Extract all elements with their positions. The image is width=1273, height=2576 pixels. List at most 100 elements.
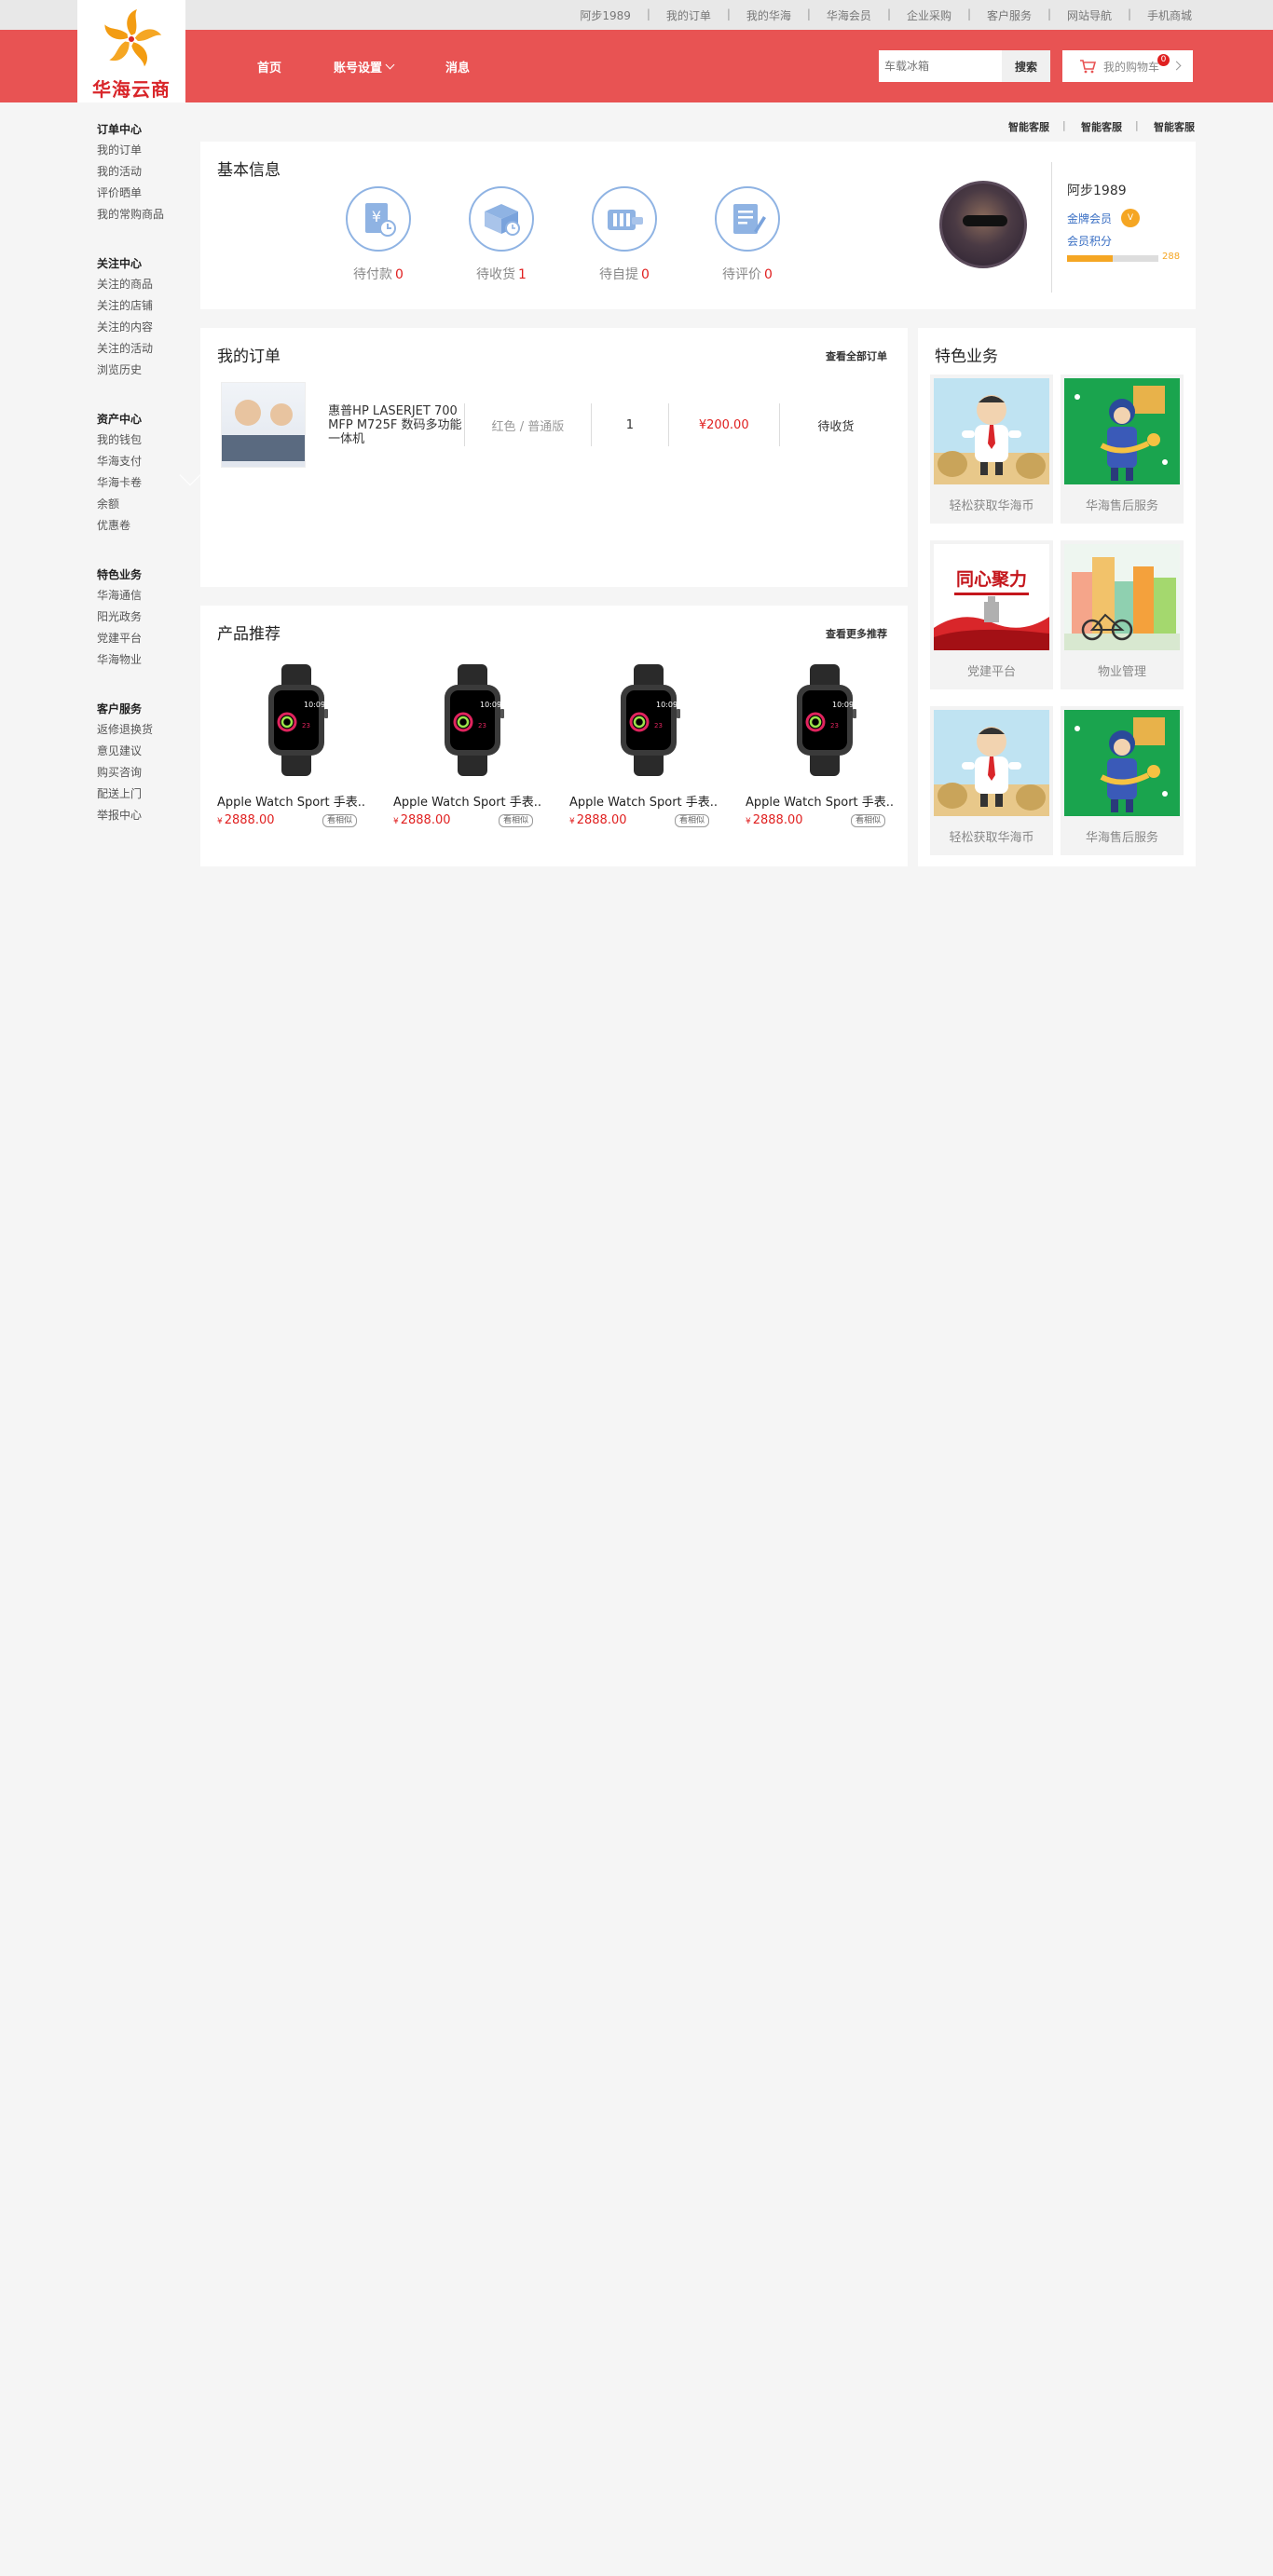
status-count: 1 [518,267,527,282]
sidebar-item-property[interactable]: 华海物业 [97,649,190,671]
sidebar-item-frequent[interactable]: 我的常购商品 [97,204,190,225]
sidebar-item-my-activities[interactable]: 我的活动 [97,161,190,183]
watch-image[interactable]: 10:09 23 [746,660,904,781]
top-link-my-huahai[interactable]: 我的华海 [727,7,809,23]
recommendation-card[interactable]: 10:09 23 Apple Watch Sport 手表... ¥2888.00… [569,660,746,827]
top-link-membership[interactable]: 华海会员 [807,7,889,23]
price-value: 2888.00 [400,813,451,827]
top-link-username[interactable]: 阿步1989 [562,7,649,23]
status-pending-payment[interactable]: ¥ 待付款 0 [317,186,440,283]
cart-button[interactable]: 我的购物车 0 [1062,50,1193,82]
sidebar-item-suggestions[interactable]: 意见建议 [97,741,190,762]
smart-service-link[interactable]: 智能客服 [977,119,1049,134]
cartoon-businessman-image[interactable] [934,710,1049,816]
member-level[interactable]: 金牌会员 V [1067,209,1141,227]
panel-title: 基本信息 [217,161,281,180]
sidebar-item-balance[interactable]: 余额 [97,494,190,515]
sidebar-item-consult[interactable]: 购买咨询 [97,762,190,784]
status-count: 0 [641,267,650,282]
special-card-huahai-coin[interactable]: 轻松获取华海币 [930,706,1053,855]
sidebar-item-cards[interactable]: 华海卡卷 [97,472,190,494]
status-pending-pickup[interactable]: 待自提 0 [563,186,686,283]
panel-title: 特色业务 [935,348,998,366]
nav-home-label: 首页 [257,61,282,75]
nav-messages[interactable]: 消息 [445,58,470,75]
sidebar-item-returns[interactable]: 返修退换货 [97,719,190,741]
top-link-my-orders[interactable]: 我的订单 [647,7,729,23]
view-similar-button[interactable]: 看相似 [322,813,357,827]
recommendation-card[interactable]: 10:09 23 Apple Watch Sport 手表... ¥2888.00… [217,660,393,827]
sidebar-item-report[interactable]: 举报中心 [97,805,190,826]
logo-text: 华海云商 [92,78,171,101]
search-button[interactable]: 搜索 [1002,50,1050,82]
special-card-after-sales[interactable]: 华海售后服务 [1061,706,1184,855]
sidebar-item-party[interactable]: 党建平台 [97,628,190,649]
sidebar-item-telecom[interactable]: 华海通信 [97,585,190,607]
sidebar-item-followed-activities[interactable]: 关注的活动 [97,338,190,360]
watch-image[interactable]: 10:09 23 [569,660,728,781]
sidebar-item-coupons[interactable]: 优惠卷 [97,515,190,537]
watch-image[interactable]: 10:09 23 [217,660,376,781]
spec-version: 普通版 [527,419,565,434]
avatar[interactable] [939,181,1027,268]
view-similar-button[interactable]: 看相似 [674,813,709,827]
top-link-mobile[interactable]: 手机商城 [1128,7,1210,23]
view-similar-button[interactable]: 看相似 [850,813,885,827]
top-link-enterprise[interactable]: 企业采购 [887,7,969,23]
special-card-party-platform[interactable]: 同心聚力 党建平台 [930,540,1053,689]
recommendation-card[interactable]: 10:09 23 Apple Watch Sport 手表... ¥2888.00… [746,660,922,827]
status-pending-review[interactable]: 待评价 0 [686,186,809,283]
order-product-name[interactable]: 惠普HP LASERJET 700 MFP M725F 数码多功能一体机 [328,404,463,446]
sidebar-group-title: 客户服务 [97,702,143,716]
sidebar-item-followed-shops[interactable]: 关注的店铺 [97,295,190,317]
sidebar-item-delivery[interactable]: 配送上门 [97,784,190,805]
recommendation-name[interactable]: Apple Watch Sport 手表... [393,792,541,810]
sidebar-item-history[interactable]: 浏览历史 [97,360,190,381]
thumb-figure [270,403,293,426]
special-card-property[interactable]: 物业管理 [1061,540,1184,689]
recommendation-card[interactable]: 10:09 23 Apple Watch Sport 手表... ¥2888.00… [393,660,569,827]
view-similar-button[interactable]: 看相似 [498,813,533,827]
party-banner-image[interactable]: 同心聚力 [934,544,1049,650]
view-all-orders-link[interactable]: 查看全部订单 [826,348,887,363]
divider [1051,162,1052,293]
nav-account-settings[interactable]: 账号设置 [334,58,395,75]
smart-service-link[interactable]: 智能客服 [1122,119,1195,134]
special-card-huahai-coin[interactable]: 轻松获取华海币 [930,375,1053,524]
chevron-down-icon [385,60,395,69]
recommendation-price: ¥2888.00 [217,813,275,827]
order-row[interactable]: 惠普HP LASERJET 700 MFP M725F 数码多功能一体机 红色 … [221,382,892,468]
status-pending-receipt[interactable]: 待收货 1 [440,186,563,283]
special-card-after-sales[interactable]: 华海售后服务 [1061,375,1184,524]
top-link-customer-service[interactable]: 客户服务 [967,7,1049,23]
chevron-right-icon [1171,61,1182,71]
site-logo[interactable]: 华海云商 [77,0,185,102]
watch-image[interactable]: 10:09 23 [393,660,552,781]
nav-account-label: 账号设置 [334,61,383,75]
sidebar-item-reviews[interactable]: 评价晒单 [97,183,190,204]
status-count: 0 [395,267,404,282]
cartoon-courier-image[interactable] [1064,378,1180,484]
sidebar-item-wallet[interactable]: 我的钱包 [97,429,190,451]
svg-text:23: 23 [654,722,663,729]
recommendation-price: ¥2888.00 [393,813,451,827]
sidebar-item-followed-goods[interactable]: 关注的商品 [97,274,190,295]
product-thumbnail[interactable] [221,382,307,468]
sidebar-item-followed-content[interactable]: 关注的内容 [97,317,190,338]
recommendation-name[interactable]: Apple Watch Sport 手表... [569,792,717,810]
cartoon-courier-image[interactable] [1064,710,1180,816]
top-link-site-nav[interactable]: 网站导航 [1047,7,1129,23]
sidebar-item-my-orders[interactable]: 我的订单 [97,140,190,161]
city-bicycle-image[interactable] [1064,544,1180,650]
package-icon [592,186,657,252]
cartoon-businessman-image[interactable] [934,378,1049,484]
sidebar-item-government[interactable]: 阳光政务 [97,607,190,628]
smart-service-link[interactable]: 智能客服 [1049,119,1122,134]
sidebar-item-pay[interactable]: 华海支付 [97,451,190,472]
search-input[interactable] [879,50,1002,82]
member-points-link[interactable]: 会员积分 [1067,233,1112,249]
nav-home[interactable]: 首页 [257,58,281,75]
recommendation-name[interactable]: Apple Watch Sport 手表... [217,792,364,810]
view-more-recommendations-link[interactable]: 查看更多推荐 [826,626,887,641]
recommendation-name[interactable]: Apple Watch Sport 手表... [746,792,893,810]
